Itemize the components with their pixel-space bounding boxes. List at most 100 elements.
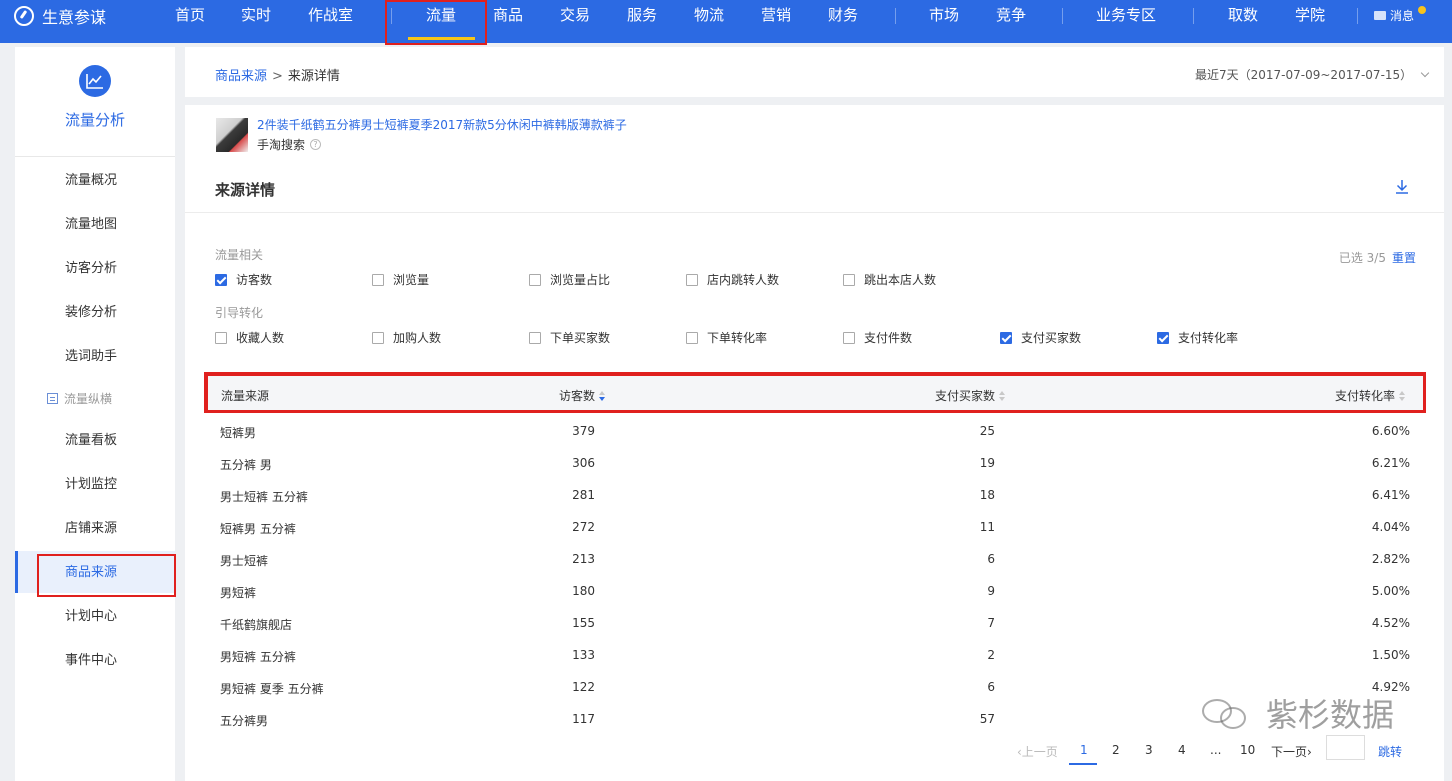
cell-visitors: 117: [572, 712, 595, 726]
nav-item-service[interactable]: 服务: [627, 5, 657, 25]
checkbox-instore-jump[interactable]: 店内跳转人数: [686, 271, 779, 288]
sidebar-item-plan-monitor[interactable]: 计划监控: [65, 476, 117, 494]
help-icon[interactable]: ?: [310, 139, 322, 150]
cell-source[interactable]: 五分裤 男: [220, 456, 272, 473]
checkbox-label: 支付件数: [864, 331, 913, 345]
checkbox-favorites[interactable]: 收藏人数: [215, 329, 284, 346]
cell-pay-conversion: 6.21%: [1371, 456, 1410, 470]
checkbox-add-to-cart[interactable]: 加购人数: [372, 329, 441, 346]
sidebar-item-traffic-overview[interactable]: 流量概况: [65, 172, 117, 190]
checkbox-label: 下单买家数: [550, 331, 611, 345]
document-icon: [47, 393, 58, 404]
cell-source[interactable]: 男短裤 五分裤: [220, 648, 296, 665]
sidebar-item-decoration-analysis[interactable]: 装修分析: [65, 304, 117, 322]
nav-item-trade[interactable]: 交易: [560, 5, 590, 25]
download-icon[interactable]: [1394, 179, 1410, 195]
page-4-button[interactable]: 4: [1178, 743, 1186, 757]
main-panel: 2件装千纸鹤五分裤男士短裤夏季2017新款5分休闲中裤韩版薄款裤子 手淘搜索 ?…: [185, 105, 1444, 781]
cell-source[interactable]: 男短裤 夏季 五分裤: [220, 680, 324, 697]
jump-page-input[interactable]: [1326, 735, 1365, 760]
cell-visitors: 213: [572, 552, 595, 566]
checkbox-paid-buyers[interactable]: 支付买家数: [1000, 329, 1081, 346]
messages-button[interactable]: 消息: [1374, 7, 1414, 24]
checkbox-label: 支付买家数: [1021, 331, 1082, 345]
page-10-button[interactable]: 10: [1240, 743, 1255, 757]
product-thumbnail[interactable]: [216, 118, 248, 152]
nav-item-realtime[interactable]: 实时: [241, 5, 271, 25]
reset-button[interactable]: 重置: [1392, 251, 1416, 265]
nav-item-competition[interactable]: 竞争: [996, 5, 1026, 25]
cell-source[interactable]: 男士短裤: [220, 552, 268, 569]
nav-item-market[interactable]: 市场: [929, 5, 959, 25]
filter-group-conversion-label: 引导转化: [215, 306, 264, 320]
cell-visitors: 272: [572, 520, 595, 534]
cell-visitors: 306: [572, 456, 595, 470]
nav-item-finance[interactable]: 财务: [828, 5, 858, 25]
cell-source[interactable]: 短裤男 五分裤: [220, 520, 296, 537]
sidebar-item-store-source[interactable]: 店铺来源: [65, 520, 117, 538]
chevron-down-icon: [1420, 68, 1430, 78]
checkbox-order-buyers[interactable]: 下单买家数: [529, 329, 610, 346]
checkbox-label: 浏览量: [393, 273, 430, 287]
page-1-button[interactable]: 1: [1080, 743, 1088, 757]
product-title-link[interactable]: 2件装千纸鹤五分裤男士短裤夏季2017新款5分休闲中裤韩版薄款裤子: [257, 116, 627, 133]
prev-page-button[interactable]: ‹上一页: [1017, 743, 1058, 760]
checkbox-label: 浏览量占比: [550, 273, 611, 287]
cell-source[interactable]: 短裤男: [220, 424, 256, 441]
checkbox-pageview-share[interactable]: 浏览量占比: [529, 271, 610, 288]
checkbox-label: 店内跳转人数: [707, 273, 780, 287]
breadcrumb: 商品来源 > 来源详情: [215, 65, 340, 84]
cell-source[interactable]: 五分裤男: [220, 712, 268, 729]
sidebar-item-traffic-map[interactable]: 流量地图: [65, 216, 117, 234]
page-3-button[interactable]: 3: [1145, 743, 1153, 757]
date-range-selector[interactable]: 最近7天（2017-07-09~2017-07-15）: [1195, 66, 1430, 83]
checkbox-label: 收藏人数: [236, 331, 285, 345]
nav-item-academy[interactable]: 学院: [1295, 5, 1325, 25]
checkbox-pageviews[interactable]: 浏览量: [372, 271, 429, 288]
product-source-row: 手淘搜索 ?: [257, 136, 322, 153]
sidebar-group-label: 流量纵横: [64, 392, 113, 406]
nav-item-logistics[interactable]: 物流: [694, 5, 724, 25]
jump-button[interactable]: 跳转: [1378, 743, 1402, 760]
nav-item-data-fetch[interactable]: 取数: [1228, 5, 1258, 25]
sidebar-item-event-center[interactable]: 事件中心: [65, 652, 117, 670]
compass-logo-icon: [14, 6, 34, 26]
nav-item-business-zone[interactable]: 业务专区: [1096, 5, 1156, 25]
cell-pay-conversion: 4.52%: [1371, 616, 1410, 630]
cell-source[interactable]: 男短裤: [220, 584, 256, 601]
cell-source[interactable]: 千纸鹤旗舰店: [220, 616, 292, 633]
sidebar-item-visitor-analysis[interactable]: 访客分析: [65, 260, 117, 278]
messages-label: 消息: [1390, 9, 1415, 23]
nav-divider: [1193, 8, 1194, 24]
checkbox-bounce-out[interactable]: 跳出本店人数: [843, 271, 936, 288]
sidebar-item-keyword-helper[interactable]: 选词助手: [65, 348, 117, 366]
nav-item-war-room[interactable]: 作战室: [308, 5, 353, 25]
section-title: 来源详情: [215, 181, 276, 199]
sidebar-item-traffic-board[interactable]: 流量看板: [65, 432, 117, 450]
cell-paid-buyers: 6: [987, 552, 995, 566]
checkbox-checked-icon: [215, 273, 227, 286]
page-2-button[interactable]: 2: [1112, 743, 1120, 757]
brand[interactable]: 生意参谋: [14, 5, 106, 27]
checkbox-order-conversion[interactable]: 下单转化率: [686, 329, 767, 346]
top-nav: 生意参谋 首页 实时 作战室 流量 商品 交易 服务 物流 营销 财务 市场 竞…: [0, 0, 1452, 43]
checkbox-unchecked-icon: [686, 273, 698, 286]
checkbox-pay-conversion[interactable]: 支付转化率: [1157, 329, 1238, 346]
brand-name: 生意参谋: [42, 8, 107, 27]
sidebar-item-plan-center[interactable]: 计划中心: [65, 608, 117, 626]
next-page-button[interactable]: 下一页›: [1271, 743, 1312, 760]
cell-paid-buyers: 9: [987, 584, 995, 598]
cell-visitors: 133: [572, 648, 595, 662]
nav-item-home[interactable]: 首页: [175, 5, 205, 25]
checkbox-unchecked-icon: [843, 273, 855, 286]
checkbox-checked-icon: [1157, 331, 1169, 344]
cell-pay-conversion: 6.41%: [1371, 488, 1410, 502]
checkbox-paid-items[interactable]: 支付件数: [843, 329, 912, 346]
nav-item-product[interactable]: 商品: [493, 5, 523, 25]
breadcrumb-parent-link[interactable]: 商品来源: [215, 69, 267, 84]
checkbox-visitors[interactable]: 访客数: [215, 271, 272, 288]
nav-item-marketing[interactable]: 营销: [761, 5, 791, 25]
cell-source[interactable]: 男士短裤 五分裤: [220, 488, 308, 505]
cell-visitors: 379: [572, 424, 595, 438]
sidebar-group-header: 流量纵横: [47, 390, 112, 407]
